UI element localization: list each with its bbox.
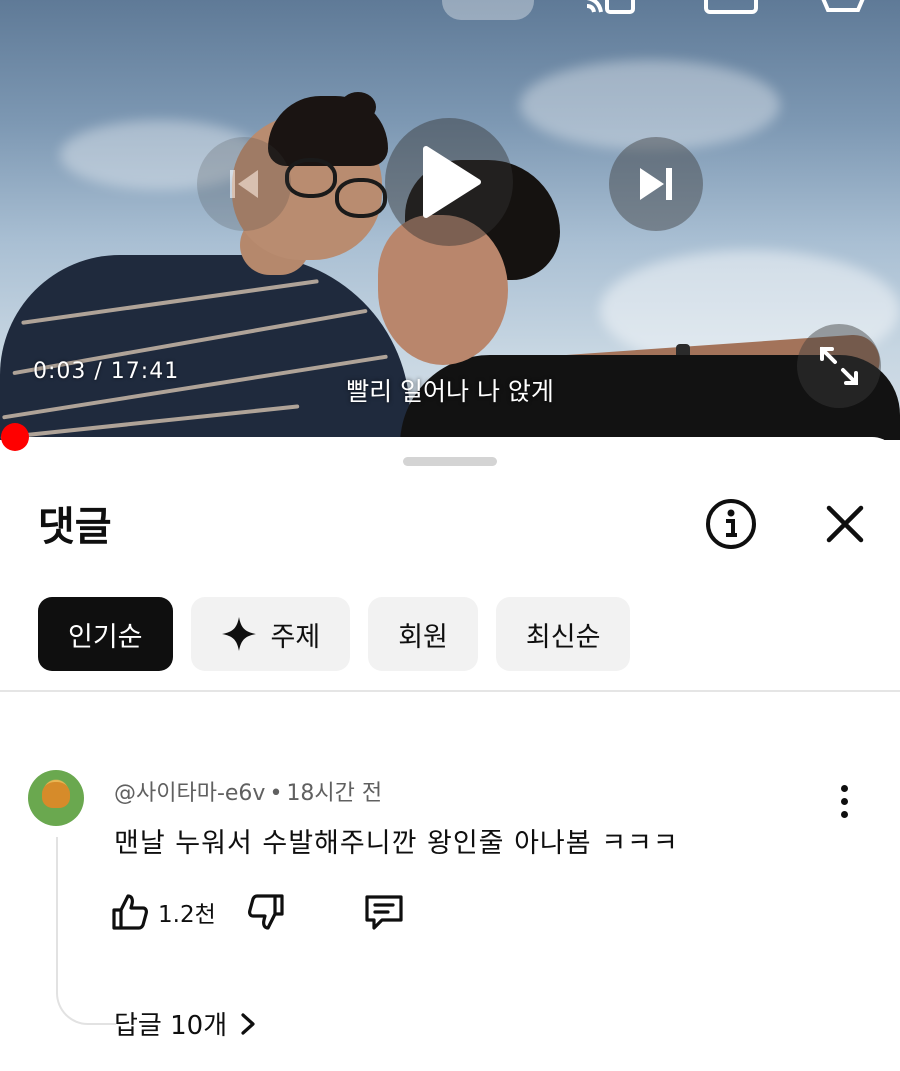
reply-button[interactable]: [362, 892, 406, 932]
video-frame-person: [0, 255, 410, 440]
comment-sort-chips: 인기순 주제 회원 최신순: [38, 597, 631, 671]
video-frame-glasses: [335, 178, 387, 218]
next-video-button[interactable]: [609, 137, 703, 231]
like-count: 1.2천: [158, 902, 216, 928]
chevron-right-icon: [241, 1012, 255, 1035]
video-subtitle: 빨리 일어나 나 앉게: [346, 377, 554, 406]
header-divider: [0, 690, 900, 692]
video-frame-person: [340, 92, 376, 122]
play-icon: [423, 146, 481, 218]
comment-text: 맨날 누워서 수발해주니깐 왕인줄 아나봄 ㅋㅋㅋ: [114, 828, 679, 859]
replies-label: 답글 10개: [114, 1011, 228, 1041]
thumbs-down-icon: [247, 894, 284, 930]
close-icon: [826, 505, 864, 543]
avatar-image: [42, 782, 70, 808]
meta-separator: •: [269, 781, 283, 806]
previous-video-button[interactable]: [197, 137, 291, 231]
more-vert-icon: [840, 784, 848, 792]
chip-members[interactable]: 회원: [368, 597, 478, 671]
chip-label: 인기순: [68, 621, 143, 653]
progress-scrubber-handle[interactable]: [1, 423, 29, 451]
chip-topics[interactable]: 주제: [190, 597, 351, 671]
chip-label: 회원: [398, 621, 448, 653]
close-button[interactable]: [818, 497, 872, 551]
comment-more-button[interactable]: [826, 779, 862, 823]
skip-previous-icon: [230, 170, 258, 198]
view-replies-button[interactable]: 답글 10개: [114, 1005, 259, 1042]
chip-label: 주제: [270, 621, 321, 653]
settings-gear-icon[interactable]: [818, 0, 868, 20]
comment-actions: 1.2천: [110, 892, 406, 932]
chip-top[interactable]: 인기순: [38, 597, 173, 671]
avatar[interactable]: [28, 770, 84, 826]
info-icon: [706, 499, 756, 549]
chip-label: 최신순: [525, 621, 601, 653]
drag-handle[interactable]: [403, 457, 497, 466]
reply-comment-icon: [365, 895, 403, 930]
comments-sheet: 댓글 인기순 주제 회원 최신순 @사이타마-e6v • 18시간 전 맨날 누…: [0, 437, 900, 1071]
cast-icon[interactable]: [583, 0, 635, 20]
sparkle-icon: [221, 616, 257, 652]
thumbs-up-icon: [112, 894, 148, 930]
comment-author[interactable]: @사이타마-e6v: [114, 781, 265, 806]
more-vert-icon: [840, 810, 848, 818]
video-player[interactable]: 0:03 / 17:41 빨리 일어나 나 앉게: [0, 0, 900, 440]
thread-line: [56, 837, 116, 1025]
dislike-button[interactable]: [246, 892, 286, 932]
comments-title: 댓글: [38, 504, 112, 550]
like-button[interactable]: 1.2천: [110, 892, 246, 932]
video-frame-glasses: [285, 158, 337, 198]
chip-newest[interactable]: 최신순: [495, 597, 631, 671]
captions-icon[interactable]: [704, 0, 758, 20]
skip-next-icon: [640, 168, 672, 200]
autoplay-toggle[interactable]: [442, 0, 534, 20]
comment-time: 18시간 전: [286, 781, 383, 806]
info-button[interactable]: [704, 497, 758, 551]
play-button[interactable]: [385, 118, 513, 246]
more-vert-icon: [840, 797, 848, 805]
comment-meta: @사이타마-e6v • 18시간 전: [114, 775, 382, 807]
